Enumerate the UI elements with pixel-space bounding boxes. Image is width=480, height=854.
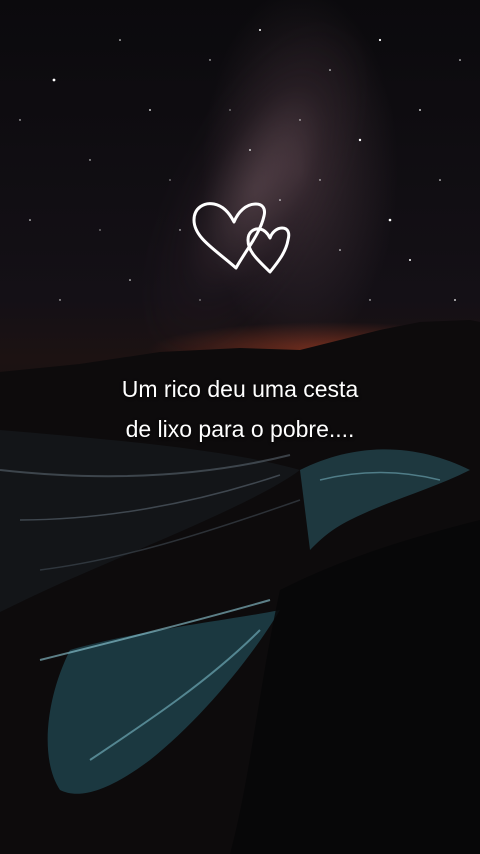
caption-line-2: de lixo para o pobre.... xyxy=(125,416,355,442)
caption-line-1: Um rico deu uma cesta xyxy=(121,376,359,402)
two-hearts-icon xyxy=(192,202,291,274)
video-frame: Um rico deu uma cesta de lixo para o pob… xyxy=(0,0,480,854)
